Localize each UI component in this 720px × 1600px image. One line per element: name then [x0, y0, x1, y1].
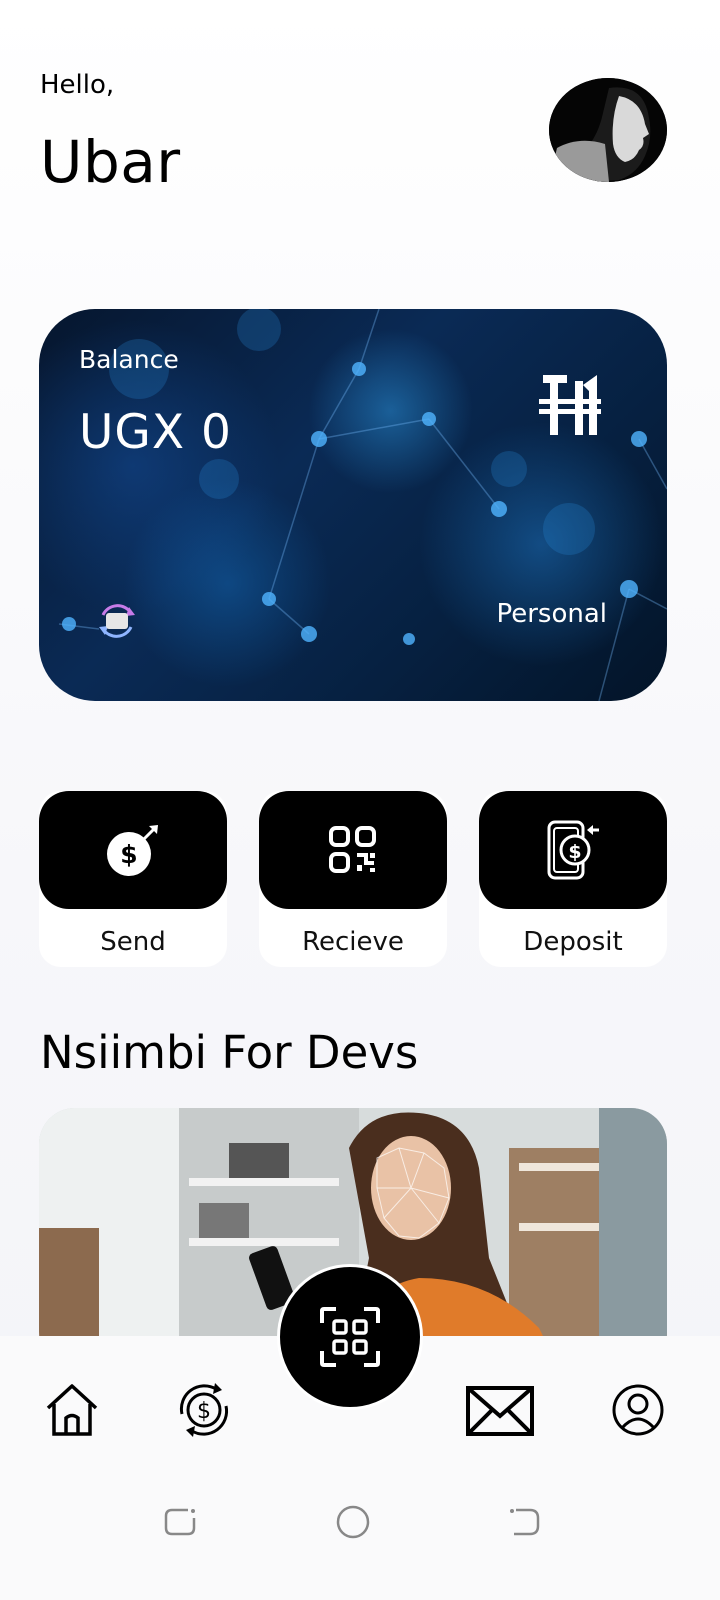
mail-icon[interactable]: [464, 1380, 536, 1440]
receive-icon-pad[interactable]: [259, 791, 447, 909]
recent-apps-icon[interactable]: [162, 1504, 198, 1540]
svg-text:$: $: [568, 841, 581, 863]
receive-label: Recieve: [302, 927, 404, 957]
deposit-button[interactable]: $ Deposit: [479, 791, 667, 967]
send-money-icon: $: [107, 825, 158, 876]
deposit-label: Deposit: [523, 927, 623, 957]
avatar-image: [549, 78, 667, 182]
balance-card[interactable]: Balance UGX 0 Personal: [39, 309, 667, 701]
home-icon[interactable]: [42, 1380, 102, 1440]
back-icon[interactable]: [506, 1504, 542, 1540]
avatar[interactable]: [549, 78, 667, 182]
send-icon-pad[interactable]: $: [39, 791, 227, 909]
exchange-icon[interactable]: $: [174, 1380, 234, 1440]
profile-icon[interactable]: [608, 1380, 668, 1440]
greeting-text: Hello,: [40, 70, 115, 100]
username-text: Ubar: [40, 128, 181, 196]
balance-amount: UGX 0: [79, 405, 232, 460]
account-type-label: Personal: [496, 599, 607, 629]
deposit-phone-icon: $: [547, 820, 599, 880]
send-label: Send: [100, 927, 166, 957]
deposit-icon-pad[interactable]: $: [479, 791, 667, 909]
scan-icon: [320, 1307, 380, 1367]
home-circle-icon[interactable]: [335, 1504, 371, 1540]
section-title: Nsiimbi For Devs: [40, 1026, 419, 1079]
send-button[interactable]: $ Send: [39, 791, 227, 967]
scan-button[interactable]: [277, 1264, 423, 1410]
nsiimbi-logo-icon: [539, 375, 601, 435]
switch-account-icon[interactable]: [95, 599, 139, 643]
svg-text:$: $: [197, 1399, 211, 1424]
svg-text:$: $: [120, 840, 137, 869]
balance-label: Balance: [79, 345, 179, 374]
receive-button[interactable]: Recieve: [259, 791, 447, 967]
qr-code-icon: [329, 826, 376, 873]
